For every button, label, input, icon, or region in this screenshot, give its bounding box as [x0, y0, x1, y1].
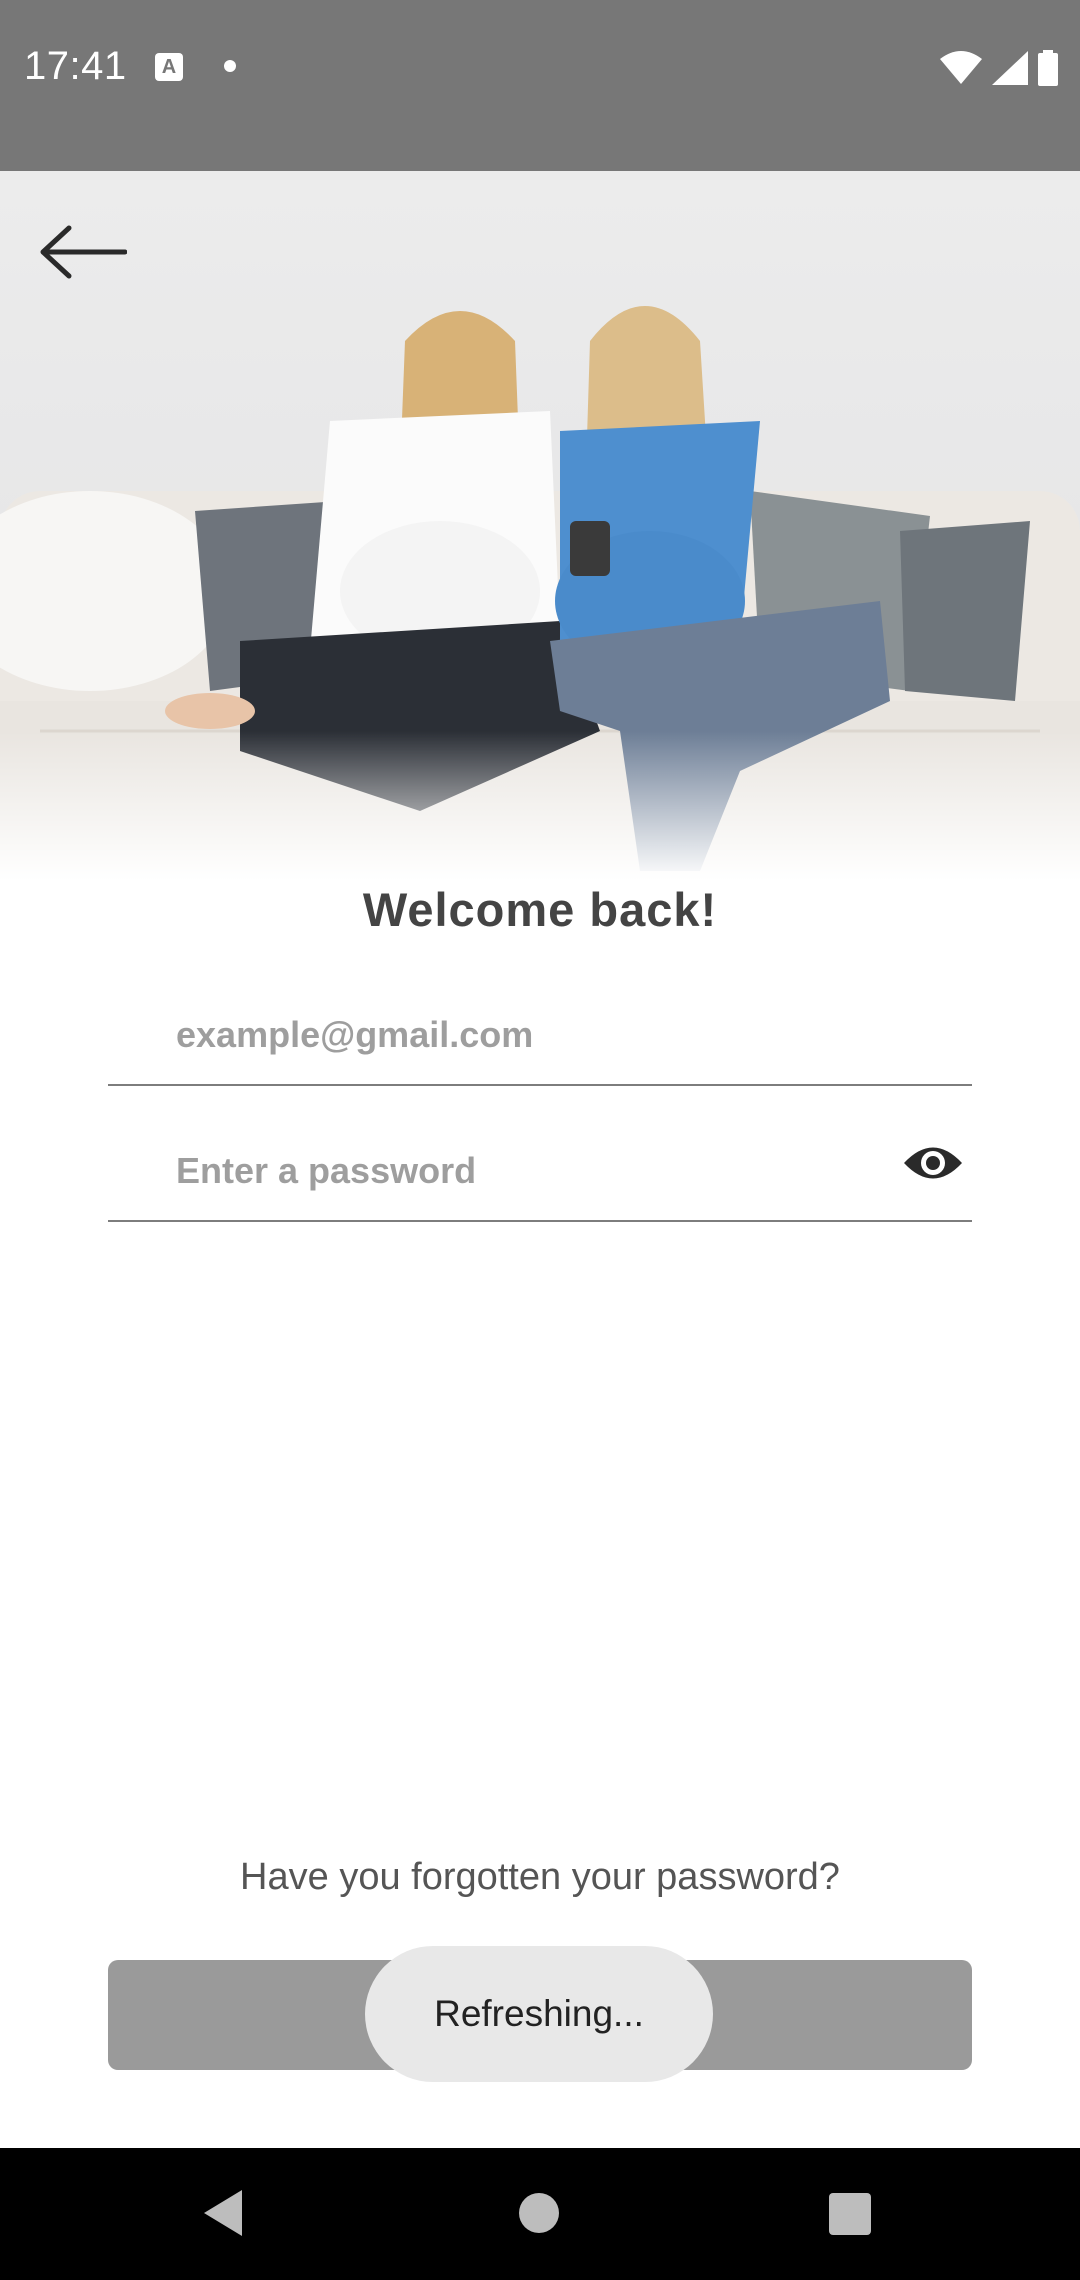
nav-home-circle-icon[interactable]	[519, 2193, 559, 2233]
forgot-password-link[interactable]: Have you forgotten your password?	[0, 1856, 1080, 1899]
password-field-container	[108, 1120, 972, 1222]
arrow-left-icon	[40, 225, 127, 279]
status-bar: 17:41 A	[0, 0, 1080, 171]
cellular-signal-icon	[992, 51, 1028, 85]
status-icons	[940, 48, 1058, 88]
nav-back-triangle-icon[interactable]	[200, 2188, 246, 2238]
app-notification-icon: A	[155, 53, 183, 81]
hero-image	[0, 171, 1080, 881]
email-field-container	[108, 984, 972, 1086]
show-password-eye-icon[interactable]	[902, 1138, 964, 1188]
nav-recents-square-icon[interactable]	[829, 2193, 871, 2235]
two-women-on-sofa-photo	[0, 171, 1080, 881]
status-time: 17:41	[24, 44, 127, 88]
wifi-icon	[940, 51, 982, 84]
notification-dot-icon	[224, 60, 236, 72]
password-field[interactable]	[174, 1140, 878, 1202]
back-button[interactable]	[28, 212, 138, 292]
system-navigation-bar	[0, 2148, 1080, 2280]
page-title: Welcome back!	[362, 883, 718, 936]
refreshing-toast: Refreshing...	[365, 1946, 713, 2082]
battery-icon	[1038, 50, 1058, 86]
email-field[interactable]	[174, 1004, 878, 1066]
